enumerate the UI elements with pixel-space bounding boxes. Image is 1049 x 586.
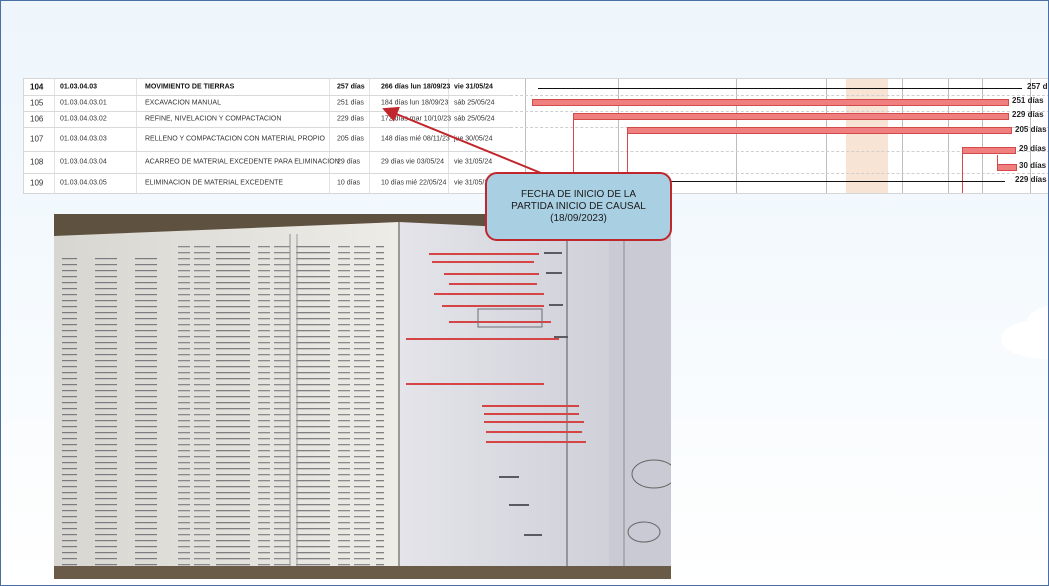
callout-line: FECHA DE INICIO DE LA xyxy=(520,188,637,200)
start-date-callout: FECHA DE INICIO DE LA PARTIDA INICIO DE … xyxy=(485,172,672,241)
printed-schedule-photo xyxy=(54,214,671,579)
slide: 104 01.03.04.03 MOVIMIENTO DE TIERRAS 25… xyxy=(0,0,1049,586)
callout-date: (18/09/2023) xyxy=(550,212,607,224)
callout-line: PARTIDA INICIO DE CAUSAL xyxy=(511,200,646,212)
